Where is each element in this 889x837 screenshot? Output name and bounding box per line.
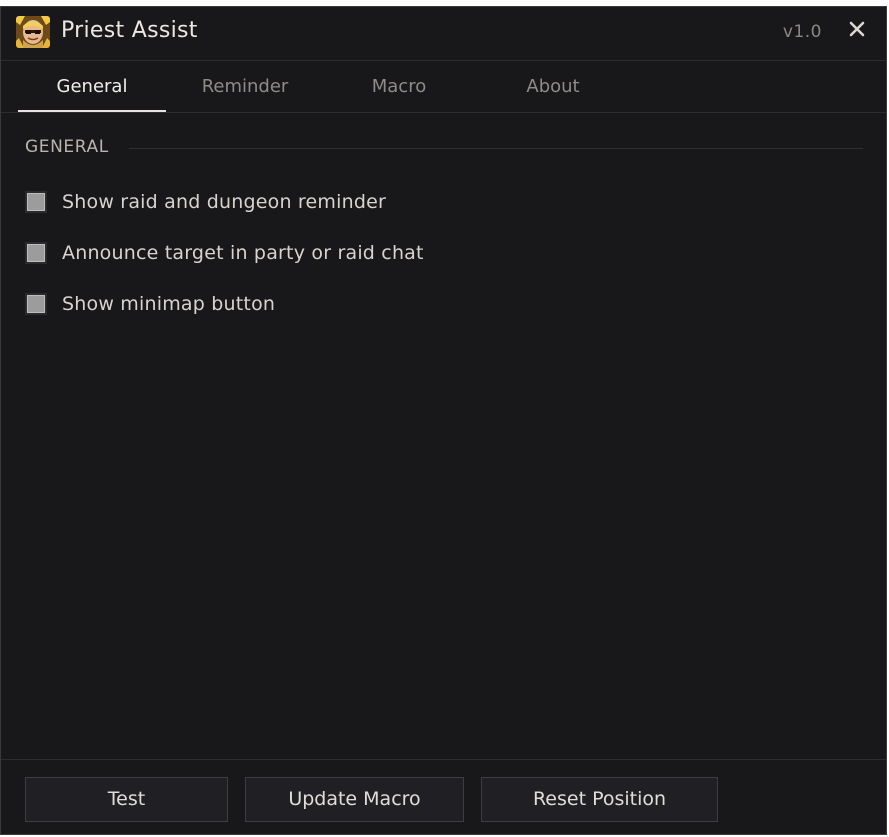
priest-portrait-icon bbox=[16, 16, 50, 48]
minimap-button-checkbox[interactable] bbox=[25, 293, 47, 315]
section-title: GENERAL bbox=[25, 137, 109, 157]
close-button[interactable] bbox=[846, 18, 868, 40]
addon-window: Priest Assist v1.0 General Reminder Macr… bbox=[0, 6, 887, 835]
section-divider bbox=[129, 148, 863, 149]
test-button[interactable]: Test bbox=[25, 777, 228, 822]
option-label: Show minimap button bbox=[62, 293, 276, 315]
tab-general[interactable]: General bbox=[18, 61, 166, 112]
raid-dungeon-reminder-checkbox[interactable] bbox=[25, 191, 47, 213]
version-label: v1.0 bbox=[782, 22, 822, 42]
announce-target-checkbox[interactable] bbox=[25, 242, 47, 264]
window-title: Priest Assist bbox=[61, 18, 198, 43]
tab-macro[interactable]: Macro bbox=[325, 61, 473, 112]
option-label: Announce target in party or raid chat bbox=[62, 242, 424, 264]
update-macro-button[interactable]: Update Macro bbox=[245, 777, 464, 822]
reset-position-button[interactable]: Reset Position bbox=[481, 777, 718, 822]
tab-reminder[interactable]: Reminder bbox=[171, 61, 319, 112]
close-icon bbox=[849, 21, 865, 37]
footer-bar: Test Update Macro Reset Position bbox=[1, 759, 886, 834]
tab-bar: General Reminder Macro About bbox=[1, 61, 886, 113]
general-section-header: GENERAL bbox=[25, 137, 863, 159]
tab-about[interactable]: About bbox=[479, 61, 627, 112]
title-bar[interactable]: Priest Assist v1.0 bbox=[1, 7, 886, 61]
option-label: Show raid and dungeon reminder bbox=[62, 191, 386, 213]
